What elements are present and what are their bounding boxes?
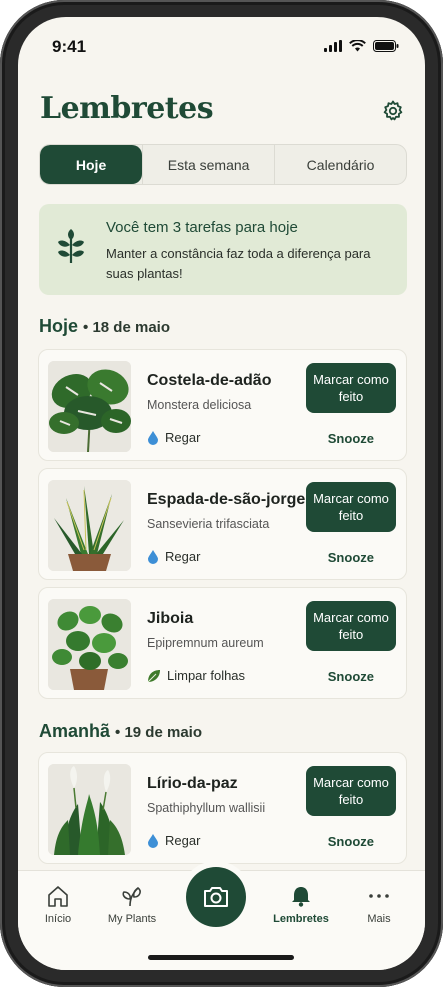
tab-hoje[interactable]: Hoje [40, 145, 143, 184]
home-icon [48, 886, 68, 907]
gear-icon[interactable] [381, 99, 405, 123]
page-title: Lembretes [40, 91, 214, 126]
nav-label: Início [44, 913, 72, 925]
plant-photo-sansevieria [48, 480, 131, 571]
plant-scientific-name: Sansevieria trifasciata [147, 517, 270, 531]
section-date: 18 de maio [92, 319, 170, 336]
nav-item-inicio[interactable]: Início [23, 885, 93, 925]
mark-done-button[interactable]: Marcar como feito [306, 482, 396, 532]
tab-calendario[interactable]: Calendário [274, 145, 406, 184]
banner-text: Manter a constância faz toda a diferença… [106, 246, 371, 281]
nav-item-lembretes[interactable]: Lembretes [266, 885, 336, 925]
mark-done-button[interactable]: Marcar como feito [306, 766, 396, 816]
task: Regar [147, 430, 200, 445]
section-date: 19 de maio [124, 724, 202, 741]
water-drop-icon [148, 431, 158, 445]
section-title: Hoje [39, 316, 79, 336]
phone-frame: 9:41 Lembretes Hoje Esta semana Calendár… [0, 0, 443, 987]
task: Limpar folhas [147, 668, 245, 683]
water-drop-icon [148, 834, 158, 848]
signal-icon [324, 40, 342, 52]
plant-name: Jiboia [147, 610, 194, 627]
snooze-button[interactable]: Snooze [328, 669, 374, 684]
plant-scientific-name: Epipremnum aureum [147, 636, 264, 650]
tasks-banner: Você tem 3 tarefas para hoje Manter a co… [39, 204, 407, 295]
camera-icon [204, 887, 228, 907]
nav-label: Mais [367, 913, 391, 925]
home-indicator[interactable] [148, 955, 294, 960]
nav-label: Lembretes [273, 913, 329, 925]
section-tomorrow: Amanhã • 19 de maio [39, 721, 202, 741]
plant-photo-monstera [48, 361, 131, 452]
app-screen: 9:41 Lembretes Hoje Esta semana Calendár… [18, 17, 425, 970]
section-today: Hoje • 18 de maio [39, 316, 170, 336]
battery-icon [373, 40, 399, 52]
reminder-card: Lírio-da-paz Spathiphyllum wallisii Rega… [38, 752, 407, 864]
water-drop-icon [148, 550, 158, 564]
status-time: 9:41 [52, 37, 87, 56]
task: Regar [147, 833, 200, 848]
plant-photo-pothos [48, 599, 131, 690]
plant-icon [58, 229, 84, 263]
tab-esta-semana[interactable]: Esta semana [142, 145, 274, 184]
plant-name: Costela-de-adão [147, 372, 272, 389]
snooze-button[interactable]: Snooze [328, 550, 374, 565]
more-icon [369, 894, 389, 898]
plant-scientific-name: Spathiphyllum wallisii [147, 801, 266, 815]
status-bar: 9:41 [18, 37, 425, 57]
plant-name: Lírio-da-paz [147, 775, 238, 792]
reminder-card: Jiboia Epipremnum aureum Limpar folhas M… [38, 587, 407, 699]
plant-photo-peace-lily [48, 764, 131, 855]
task-label: Regar [165, 549, 201, 564]
nav-label: My Plants [107, 913, 157, 925]
status-icons [324, 40, 399, 52]
bottom-nav: Início My Plants Lembretes Mais [18, 867, 425, 970]
tab-bar: Hoje Esta semana Calendário [39, 144, 407, 185]
bell-icon [292, 887, 310, 907]
plant-name: Espada-de-são-jorge [147, 491, 306, 508]
task: Regar [147, 549, 200, 564]
task-label: Regar [165, 430, 201, 445]
plant-icon [122, 887, 141, 907]
wifi-icon [349, 40, 366, 52]
nav-item-mais[interactable]: Mais [344, 885, 414, 925]
camera-button[interactable] [186, 867, 246, 927]
snooze-button[interactable]: Snooze [328, 431, 374, 446]
snooze-button[interactable]: Snooze [328, 834, 374, 849]
leaf-icon [147, 669, 160, 682]
nav-item-my-plants[interactable]: My Plants [97, 885, 167, 925]
task-label: Regar [165, 833, 201, 848]
section-title: Amanhã [39, 721, 111, 741]
mark-done-button[interactable]: Marcar como feito [306, 363, 396, 413]
reminder-card: Espada-de-são-jorge Sansevieria trifasci… [38, 468, 407, 580]
mark-done-button[interactable]: Marcar como feito [306, 601, 396, 651]
reminder-card: Costela-de-adão Monstera deliciosa Regar… [38, 349, 407, 461]
plant-scientific-name: Monstera deliciosa [147, 398, 252, 412]
banner-title: Você tem 3 tarefas para hoje [106, 219, 298, 236]
task-label: Limpar folhas [167, 668, 246, 683]
